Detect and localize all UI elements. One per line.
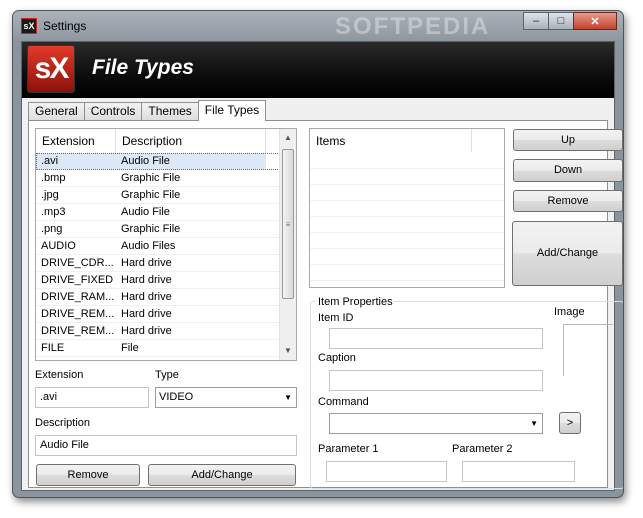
list-item-extension: .png <box>41 223 63 235</box>
page-title: File Types <box>92 56 194 79</box>
list-item[interactable]: AUDIO Audio Files <box>36 238 282 255</box>
list-item[interactable]: DRIVE_FIXED Hard drive <box>36 272 282 289</box>
list-item[interactable]: .png Graphic File <box>36 221 282 238</box>
caption-label: Caption <box>318 352 356 364</box>
parameter2-label: Parameter 2 <box>452 443 513 455</box>
items-rows <box>310 153 504 287</box>
window-controls: ‒ □ ✕ <box>523 12 617 30</box>
maximize-button[interactable]: □ <box>548 12 574 30</box>
parameter1-field[interactable] <box>326 461 447 482</box>
list-item-description: Hard drive <box>121 291 172 303</box>
file-types-panel: Extension Description .avi Audio File .bmp… <box>28 120 623 489</box>
extension-field[interactable]: .avi <box>35 387 149 408</box>
list-item-extension: .jpg <box>41 189 59 201</box>
file-type-list[interactable]: Extension Description .avi Audio File .bmp… <box>35 128 297 361</box>
description-field[interactable]: Audio File <box>35 435 297 456</box>
item-properties-label: Item Properties <box>317 296 394 308</box>
app-icon: sX <box>21 18 37 34</box>
tab-strip: General Controls Themes File Types <box>28 100 267 121</box>
scroll-thumb[interactable]: ≡ <box>282 149 294 299</box>
tab-file-types[interactable]: File Types <box>197 100 267 121</box>
item-properties-group: Item Properties Item ID Caption Command … <box>310 296 623 489</box>
list-item-description: File <box>121 342 139 354</box>
list-item-extension: .avi <box>36 153 116 169</box>
column-extension[interactable]: Extension <box>36 129 116 153</box>
add-change-file-type-button[interactable]: Add/Change <box>148 464 296 486</box>
tab-controls[interactable]: Controls <box>83 102 143 121</box>
column-description[interactable]: Description <box>116 129 266 153</box>
list-item-extension: .mp3 <box>41 206 66 218</box>
list-item-description: Audio File <box>121 206 170 218</box>
list-item[interactable]: DRIVE_REM... Hard drive <box>36 323 282 340</box>
items-list[interactable]: Items <box>309 128 505 288</box>
watermark: SOFTPEDIA <box>335 13 491 40</box>
parameter2-field[interactable] <box>462 461 575 482</box>
up-button[interactable]: Up <box>513 129 623 151</box>
caption-field[interactable] <box>329 370 543 391</box>
extension-label: Extension <box>35 369 84 381</box>
type-select[interactable]: VIDEO ▼ <box>155 387 297 408</box>
scroll-up-icon[interactable]: ▲ <box>280 130 296 146</box>
type-label: Type <box>155 369 179 381</box>
list-item-description: Graphic File <box>121 172 181 184</box>
type-select-value: VIDEO <box>159 391 194 403</box>
client-area: sX File Types General Controls Themes Fi… <box>21 41 623 491</box>
title-bar[interactable]: sX Settings SOFTPEDIA ‒ □ ✕ <box>13 11 623 41</box>
list-item-extension: .bmp <box>41 172 66 184</box>
list-item[interactable]: .mp3 Audio File <box>36 204 282 221</box>
remove-item-button[interactable]: Remove <box>513 190 623 212</box>
tab-themes[interactable]: Themes <box>141 102 199 121</box>
list-scrollbar[interactable]: ▲ ≡ ▼ <box>279 129 296 360</box>
chevron-down-icon: ▼ <box>284 393 292 402</box>
list-item-extension: DRIVE_REM... <box>41 325 115 337</box>
list-item[interactable]: FILE File <box>36 340 282 357</box>
list-item-description: Hard drive <box>121 325 172 337</box>
window-title: Settings <box>43 19 87 33</box>
image-label: Image <box>554 306 585 318</box>
list-item-extension: DRIVE_REM... <box>41 308 115 320</box>
list-item[interactable]: DRIVE_RAM... Hard drive <box>36 289 282 306</box>
list-item-extension: DRIVE_FIXED <box>41 274 114 286</box>
list-item-description: Hard drive <box>121 274 172 286</box>
add-change-item-button[interactable]: Add/Change <box>512 221 623 286</box>
down-button[interactable]: Down <box>513 159 623 182</box>
scroll-down-icon[interactable]: ▼ <box>280 343 296 359</box>
list-item[interactable]: DRIVE_CDR... Hard drive <box>36 255 282 272</box>
list-item[interactable]: DRIVE_REM... Hard drive <box>36 306 282 323</box>
item-id-field[interactable] <box>329 328 543 349</box>
list-item-description: Audio File <box>116 153 266 169</box>
command-label: Command <box>318 396 369 408</box>
list-rows: .avi Audio File .bmp Graphic File .jpg Graphi… <box>36 153 282 357</box>
list-item-description: Graphic File <box>121 189 181 201</box>
list-item[interactable]: .bmp Graphic File <box>36 170 282 187</box>
list-item-extension: AUDIO <box>41 240 76 252</box>
command-select[interactable]: ▼ <box>329 413 543 434</box>
item-id-label: Item ID <box>318 312 354 324</box>
settings-window: sX Settings SOFTPEDIA ‒ □ ✕ sX File Type… <box>12 10 624 498</box>
description-label: Description <box>35 417 91 429</box>
remove-file-type-button[interactable]: Remove <box>36 464 140 486</box>
list-item-description: Hard drive <box>121 257 172 269</box>
items-column-header[interactable]: Items <box>316 129 472 152</box>
close-button[interactable]: ✕ <box>573 12 617 30</box>
browse-command-button[interactable]: > <box>559 412 581 434</box>
list-item-extension: FILE <box>41 342 65 354</box>
app-logo: sX <box>27 45 75 93</box>
list-item-description: Hard drive <box>121 308 172 320</box>
list-item[interactable]: .jpg Graphic File <box>36 187 282 204</box>
parameter1-label: Parameter 1 <box>318 443 379 455</box>
tab-general[interactable]: General <box>28 102 85 121</box>
minimize-button[interactable]: ‒ <box>523 12 549 30</box>
list-item-extension: DRIVE_RAM... <box>41 291 115 303</box>
list-item-extension: DRIVE_CDR... <box>41 257 114 269</box>
chevron-down-icon: ▼ <box>530 419 538 428</box>
list-item-description: Graphic File <box>121 223 181 235</box>
image-preview[interactable] <box>563 324 613 376</box>
items-header: Items <box>310 129 504 153</box>
list-item-description: Audio Files <box>121 240 176 252</box>
list-item[interactable]: .avi Audio File <box>36 153 282 170</box>
list-header: Extension Description <box>36 129 282 153</box>
header-banner: sX File Types <box>22 42 614 98</box>
